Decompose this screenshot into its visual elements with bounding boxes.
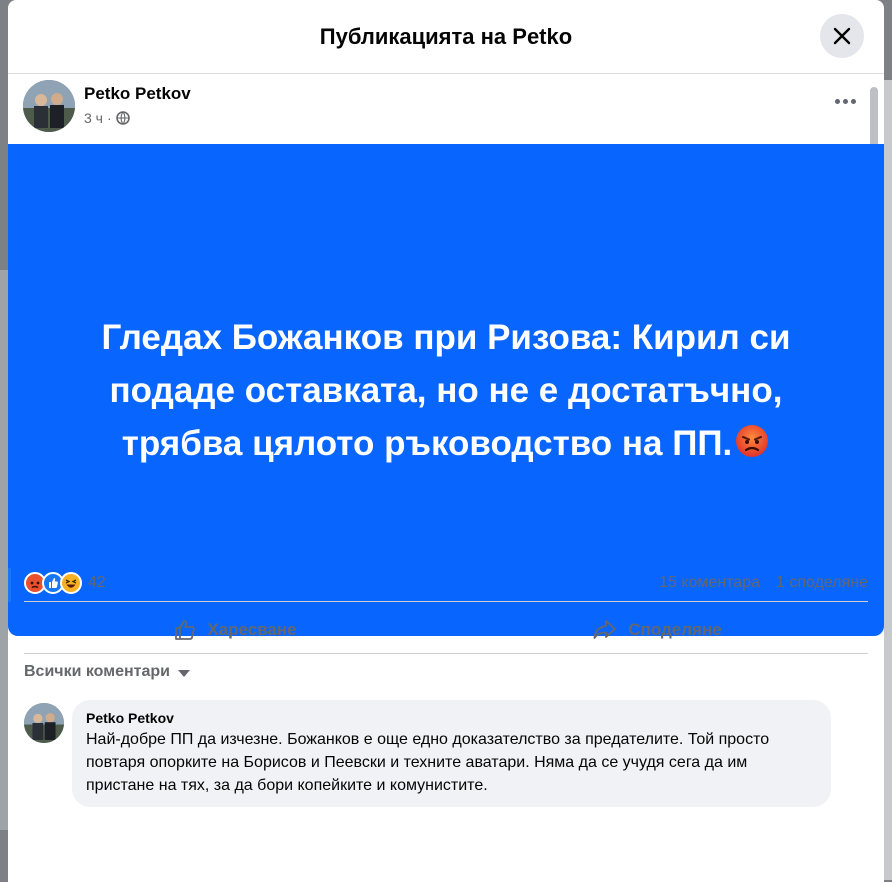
comment-text: Най-добре ПП да изчезне. Божанков е още … (86, 731, 770, 794)
post-text-background: Гледах Божанков при Ризова: Кирил си под… (8, 144, 884, 636)
author-avatar[interactable] (23, 80, 75, 132)
comment-sort-label: Всички коментари (24, 663, 170, 680)
comments-count-link[interactable]: 15 коментара (659, 574, 760, 592)
modal-header: Публикацията на Petko (8, 0, 884, 74)
post-actions: Харесване Споделяне (24, 606, 868, 654)
post-modal: Публикацията на Petko Petko Petkov 3 ч ·… (8, 0, 884, 882)
comment-author-name[interactable]: Petko Petkov (86, 710, 817, 726)
comment-author-avatar[interactable] (24, 703, 64, 743)
angry-face-emoji-icon (736, 424, 769, 457)
post-text-container: Гледах Божанков при Ризова: Кирил си под… (66, 311, 826, 470)
thumbs-up-icon (175, 619, 196, 640)
post-text: Гледах Божанков при Ризова: Кирил си под… (101, 317, 791, 463)
comment-bubble: Petko Petkov Най-добре ПП да изчезне. Бо… (72, 700, 831, 807)
more-dot-icon (850, 98, 856, 104)
caret-down-icon (177, 669, 190, 677)
left-accent-bar (8, 568, 11, 602)
more-dot-icon (834, 98, 840, 104)
post-stats: 42 15 коментара 1 споделяне (24, 568, 868, 602)
share-button-label: Споделяне (628, 619, 722, 639)
share-button[interactable]: Споделяне (446, 606, 868, 653)
more-options-button[interactable] (828, 91, 862, 111)
post-author-name[interactable]: Petko Petkov (84, 84, 191, 104)
modal-title: Публикацията на Petko (319, 23, 573, 49)
globe-icon (115, 111, 130, 125)
like-button-label: Харесване (207, 619, 297, 639)
reaction-count: 42 (88, 574, 106, 591)
reactions-summary[interactable]: 42 (24, 572, 106, 594)
share-arrow-icon (593, 619, 617, 639)
comment-sort-dropdown[interactable]: Всички коментари (24, 663, 190, 681)
like-button[interactable]: Харесване (24, 606, 446, 653)
post-time[interactable]: 3 ч (84, 110, 103, 126)
avatar-photo (23, 80, 75, 132)
post-header: Petko Petkov 3 ч · (8, 75, 884, 144)
close-button[interactable] (820, 14, 864, 58)
post-meta: 3 ч · (84, 110, 130, 126)
haha-react-icon (60, 572, 82, 594)
meta-separator: · (106, 110, 112, 126)
avatar-photo (24, 703, 64, 743)
stats-right: 15 коментара 1 споделяне (659, 574, 868, 592)
shares-count-link[interactable]: 1 споделяне (776, 574, 868, 592)
close-icon (833, 27, 851, 45)
more-dot-icon (842, 98, 848, 104)
